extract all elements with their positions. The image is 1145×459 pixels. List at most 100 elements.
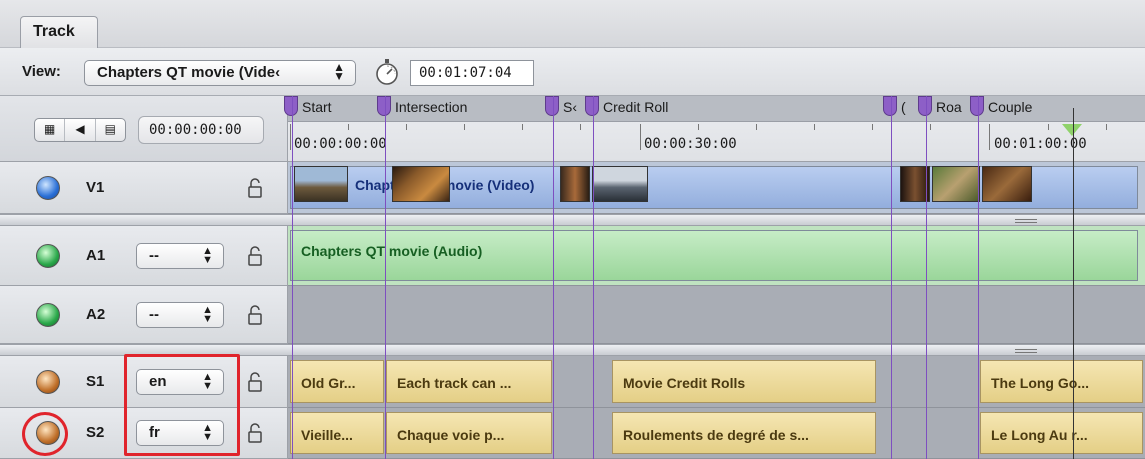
- timeline-ruler[interactable]: Start Intersection S‹ Credit Roll ( Roa …: [284, 96, 1145, 162]
- chapter-marker[interactable]: Credit Roll: [585, 96, 873, 122]
- subtitle-clip[interactable]: Vieille...: [290, 412, 384, 454]
- ruler-time-label: 00:00:00:00: [294, 136, 387, 152]
- chapter-marker-line: [926, 96, 927, 459]
- clip-label: Each track can ...: [397, 375, 512, 391]
- ruler-tick: [872, 124, 873, 130]
- chapter-marker[interactable]: Start: [284, 96, 382, 122]
- subtitle-clip[interactable]: Each track can ...: [386, 360, 552, 403]
- marker-flag-icon: [545, 96, 559, 116]
- ruler-tick: [756, 124, 757, 130]
- lock-icon[interactable]: [248, 177, 262, 198]
- lock-icon[interactable]: [248, 245, 262, 266]
- track-header-controls: ▦ ◀ ▤ 00:00:00:00: [0, 96, 288, 162]
- select-value: --: [149, 305, 159, 323]
- track-content-s2[interactable]: Vieille... Chaque voie p... Roulements d…: [288, 408, 1145, 459]
- chapter-marker[interactable]: (: [883, 96, 921, 122]
- view-bar: View: Chapters QT movie (Vide‹ ▲ ▼ 00:01:…: [0, 48, 1145, 96]
- grid-mode-icon[interactable]: ▤: [96, 119, 125, 141]
- track-name: A2: [86, 305, 106, 323]
- audio-mode-icon[interactable]: ◀: [65, 119, 96, 141]
- ruler-tick: [522, 124, 523, 130]
- ruler-tick: [464, 124, 465, 130]
- subtitle-clip[interactable]: Old Gr...: [290, 360, 384, 403]
- chapter-marker-line: [292, 96, 293, 459]
- tab-bar: Track: [0, 0, 1145, 48]
- chapter-marker[interactable]: Roa: [918, 96, 976, 122]
- ruler-tick: [348, 124, 349, 130]
- video-thumbnail: [982, 166, 1032, 202]
- video-thumbnail: [392, 166, 450, 202]
- filmstrip-mode-icon[interactable]: ▦: [35, 119, 66, 141]
- ruler-tick: [1106, 124, 1107, 130]
- ruler-tick: [580, 124, 581, 130]
- track-header-a2: A2 -- ▲ ▼: [0, 286, 288, 344]
- timecode-field[interactable]: 00:01:07:04: [410, 60, 534, 86]
- subtitle-clip[interactable]: The Long Go...: [980, 360, 1143, 403]
- subtitle-clip[interactable]: Movie Credit Rolls: [612, 360, 876, 403]
- video-track-toggle-icon[interactable]: [36, 175, 60, 200]
- track-header-a1: A1 -- ▲ ▼: [0, 226, 288, 286]
- clip-label: Roulements de degré de s...: [623, 427, 809, 443]
- marker-label: Intersection: [395, 99, 468, 115]
- track-name: S1: [86, 372, 105, 390]
- ruler-tick: [1048, 124, 1049, 130]
- grip-icon: [1015, 349, 1037, 353]
- chapter-marker[interactable]: Couple: [970, 96, 1138, 122]
- select-value: --: [149, 246, 159, 264]
- chapter-marker-line: [978, 96, 979, 459]
- ruler-time-label: 00:00:30:00: [644, 136, 737, 152]
- track-content-a1[interactable]: Chapters QT movie (Audio): [288, 226, 1145, 286]
- lock-icon[interactable]: [248, 371, 262, 392]
- marker-flag-icon: [377, 96, 391, 116]
- marker-flag-icon: [585, 96, 599, 116]
- video-thumbnail: [294, 166, 348, 202]
- clip-label: Chapters QT movie (Audio): [301, 243, 483, 259]
- ruler-tick: [814, 124, 815, 130]
- audio-language-select[interactable]: -- ▲ ▼: [136, 242, 224, 269]
- select-arrows-icon: ▲ ▼: [202, 303, 213, 325]
- audio-language-select[interactable]: -- ▲ ▼: [136, 301, 224, 328]
- track-name: V1: [86, 178, 105, 196]
- marker-label: S‹: [563, 99, 577, 115]
- marker-flag-icon: [918, 96, 932, 116]
- track-content-s1[interactable]: Old Gr... Each track can ... Movie Credi…: [288, 356, 1145, 408]
- marker-label: Couple: [988, 99, 1033, 115]
- track-row-a1: A1 -- ▲ ▼ Chapters QT movie (Audio): [0, 226, 1145, 286]
- clip-label: Movie Credit Rolls: [623, 375, 746, 391]
- ruler-tick: [930, 124, 931, 130]
- lock-icon[interactable]: [248, 423, 262, 443]
- audio-clip[interactable]: Chapters QT movie (Audio): [290, 230, 1138, 281]
- audio-track-toggle-icon[interactable]: [36, 243, 60, 268]
- ruler-tick: [989, 124, 990, 150]
- chapter-marker[interactable]: Intersection: [377, 96, 545, 122]
- view-select[interactable]: Chapters QT movie (Vide‹ ▲ ▼: [84, 60, 356, 86]
- display-mode-buttons[interactable]: ▦ ◀ ▤: [34, 118, 126, 142]
- subtitle-clip[interactable]: Roulements de degré de s...: [612, 412, 876, 454]
- subtitle-track-toggle-icon[interactable]: [36, 369, 60, 394]
- lock-icon[interactable]: [248, 304, 262, 325]
- chapter-marker-line: [593, 96, 594, 459]
- track-row-a2: A2 -- ▲ ▼: [0, 286, 1145, 344]
- track-divider[interactable]: [0, 214, 1145, 226]
- playhead-line: [1073, 108, 1074, 459]
- marker-flag-icon: [970, 96, 984, 116]
- marker-label: (: [901, 99, 906, 115]
- select-arrows-icon: ▲ ▼: [333, 60, 345, 83]
- subtitle-clip[interactable]: Chaque voie p...: [386, 412, 552, 454]
- audio-track-toggle-icon[interactable]: [36, 302, 60, 327]
- chapter-marker-strip: Start Intersection S‹ Credit Roll ( Roa …: [284, 96, 1145, 122]
- highlight-box: [124, 354, 240, 456]
- track-content-v1[interactable]: Chapters QT movie (Video): [288, 162, 1145, 214]
- subtitle-clip[interactable]: Le Long Au r...: [980, 412, 1143, 454]
- header-timecode[interactable]: 00:00:00:00: [138, 116, 264, 144]
- ruler-tick: [406, 124, 407, 130]
- playhead-icon[interactable]: [1062, 124, 1082, 136]
- stopwatch-icon[interactable]: [374, 58, 400, 86]
- tab-track[interactable]: Track: [20, 16, 98, 48]
- ruler-tick: [698, 124, 699, 130]
- marker-flag-icon: [883, 96, 897, 116]
- track-content-a2[interactable]: [288, 286, 1145, 344]
- clip-label: Vieille...: [301, 427, 353, 443]
- marker-label: Credit Roll: [603, 99, 669, 115]
- chapter-marker-line: [553, 96, 554, 459]
